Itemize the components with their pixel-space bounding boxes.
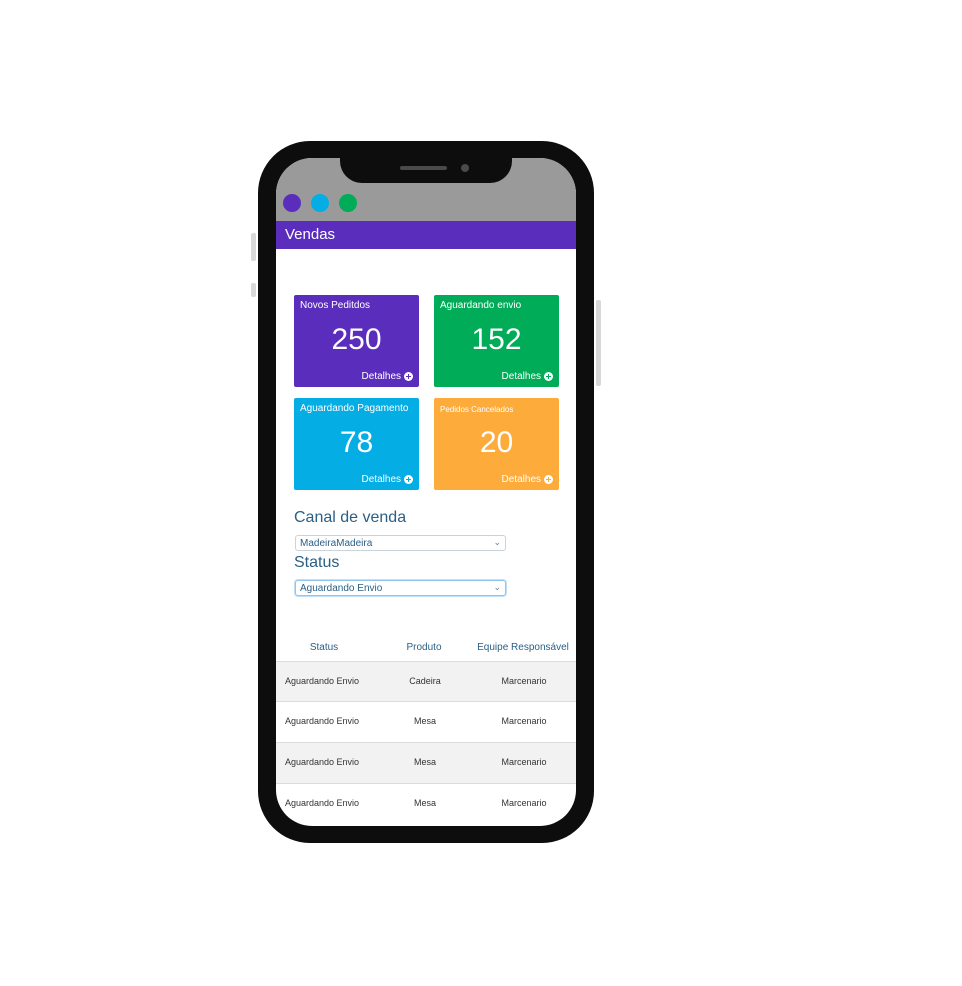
front-camera: [461, 164, 469, 172]
card-details-link[interactable]: Detalhes: [362, 474, 413, 485]
card-aguardando-envio[interactable]: Aguardando envio 152 Detalhes: [434, 295, 559, 387]
status-label: Status: [294, 554, 340, 571]
plus-circle-icon: [544, 474, 553, 484]
card-pedidos-cancelados[interactable]: Pedidos Cancelados 20 Detalhes: [434, 398, 559, 490]
card-value: 78: [339, 426, 374, 459]
cell-produto: Mesa: [413, 716, 436, 726]
card-details-label: Detalhes: [501, 474, 541, 485]
cell-equipe: Marcenario: [501, 676, 547, 686]
chevron-down-icon: ⌄: [493, 537, 501, 547]
cell-status: Aguardando Envio: [284, 798, 360, 808]
app-header: Vendas: [276, 221, 576, 249]
status-select[interactable]: Aguardando Envio ⌄: [295, 580, 506, 596]
window-dot-blue[interactable]: [311, 194, 329, 212]
window-dot-green[interactable]: [339, 194, 357, 212]
card-value: 20: [479, 426, 514, 459]
cell-produto: Mesa: [413, 757, 436, 767]
card-details-label: Detalhes: [501, 371, 541, 382]
speaker-grille: [400, 166, 447, 170]
table-row[interactable]: Aguardando Envio Mesa Marcenario: [276, 783, 576, 824]
cell-produto: Mesa: [413, 798, 436, 808]
window-dot-purple[interactable]: [283, 194, 301, 212]
table-header-produto[interactable]: Produto: [394, 642, 454, 653]
power-button: [596, 300, 601, 386]
channel-select-value: MadeiraMadeira: [300, 538, 373, 549]
phone-screen: Vendas Novos Peditdos 250 Detalhes Aguar…: [276, 158, 576, 826]
cell-equipe: Marcenario: [501, 798, 547, 808]
card-title: Aguardando Pagamento: [300, 403, 409, 414]
card-details-label: Detalhes: [361, 371, 401, 382]
card-aguardando-pagamento[interactable]: Aguardando Pagamento 78 Detalhes: [294, 398, 419, 490]
card-title: Pedidos Cancelados: [440, 405, 514, 414]
card-title: Aguardando envio: [440, 300, 522, 311]
cell-equipe: Marcenario: [501, 716, 547, 726]
cell-produto: Cadeira: [409, 676, 441, 686]
page-title: Vendas: [285, 226, 336, 243]
cell-status: Aguardando Envio: [284, 716, 360, 726]
card-novos-pedidos[interactable]: Novos Peditdos 250 Detalhes: [294, 295, 419, 387]
channel-select[interactable]: MadeiraMadeira ⌄: [295, 535, 506, 551]
cell-status: Aguardando Envio: [284, 676, 360, 686]
table-row[interactable]: Aguardando Envio Mesa Marcenario: [276, 701, 576, 742]
volume-up-button: [251, 233, 256, 261]
table-header-status[interactable]: Status: [294, 642, 354, 653]
card-details-link[interactable]: Detalhes: [502, 371, 553, 382]
status-select-value: Aguardando Envio: [300, 583, 383, 594]
plus-circle-icon: [404, 474, 413, 484]
phone-notch: [340, 141, 512, 183]
card-value: 250: [331, 323, 382, 356]
table-row[interactable]: Aguardando Envio Cadeira Marcenario: [276, 661, 576, 702]
table-header-equipe[interactable]: Equipe Responsável: [473, 642, 573, 653]
card-title: Novos Peditdos: [300, 300, 371, 311]
cell-equipe: Marcenario: [501, 757, 547, 767]
plus-circle-icon: [404, 371, 413, 381]
plus-circle-icon: [544, 371, 553, 381]
volume-down-button: [251, 283, 256, 297]
card-details-link[interactable]: Detalhes: [502, 474, 553, 485]
channel-label: Canal de venda: [294, 509, 407, 526]
cell-status: Aguardando Envio: [284, 757, 360, 767]
card-details-link[interactable]: Detalhes: [362, 371, 413, 382]
table-row[interactable]: Aguardando Envio Mesa Marcenario: [276, 742, 576, 783]
chevron-down-icon: ⌄: [493, 582, 501, 592]
card-details-label: Detalhes: [361, 474, 401, 485]
card-value: 152: [471, 323, 522, 356]
